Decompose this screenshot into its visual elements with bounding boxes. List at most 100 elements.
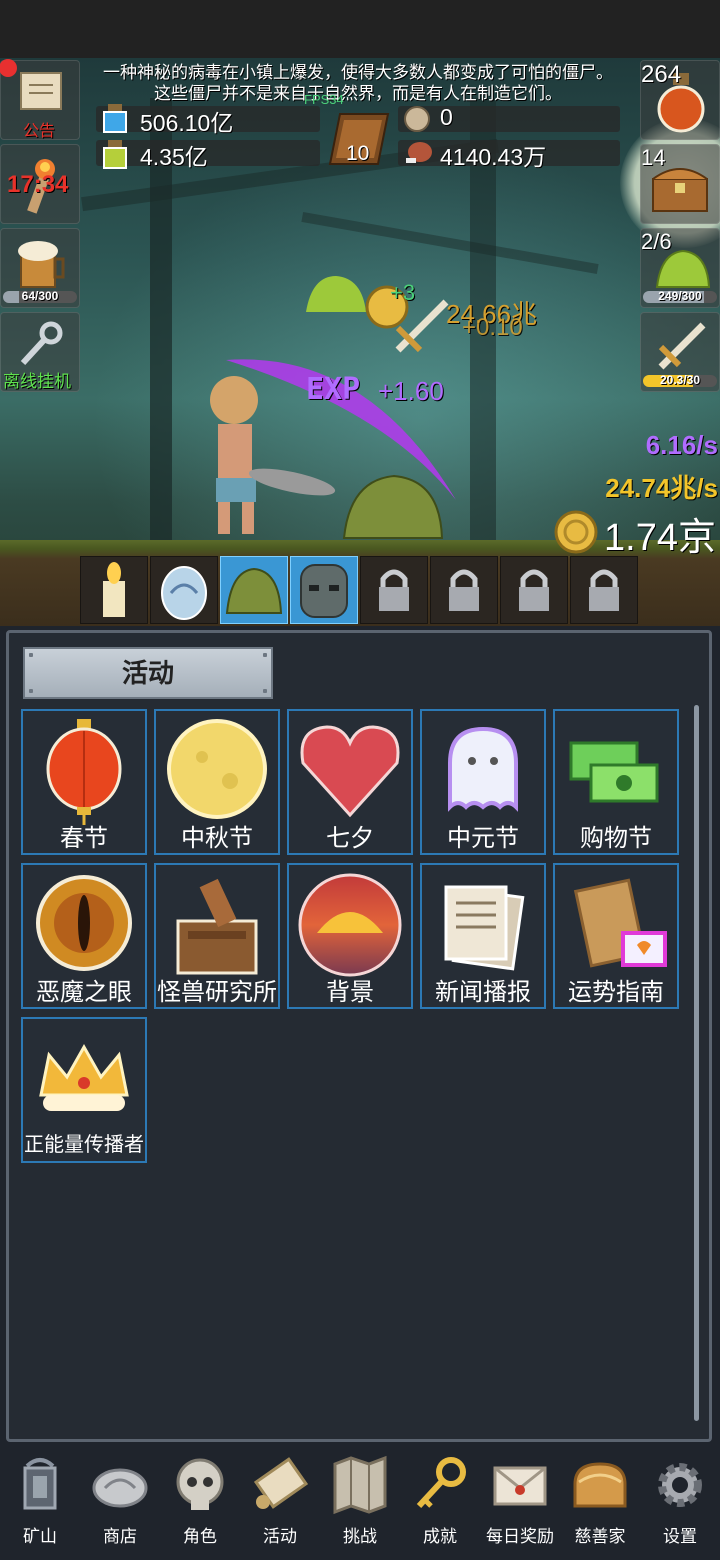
monster-slot-locked-4[interactable] bbox=[570, 556, 638, 624]
activity-panel: 活动 春节 中秋节 七夕 中元节 购物节 恶魔之眼 怪兽研究所 背景 新闻播报 … bbox=[6, 630, 712, 1442]
announcement-button[interactable]: 公告 bbox=[0, 59, 80, 140]
green-potion-icon bbox=[103, 140, 127, 169]
tile-positive-energy[interactable]: 正能量传播者 bbox=[21, 1017, 147, 1163]
tile-label: 怪兽研究所 bbox=[157, 979, 277, 1006]
torch-button[interactable]: 17:34 bbox=[0, 144, 80, 224]
slime-progress-bar: 249/300 bbox=[643, 291, 717, 303]
lock-icon bbox=[379, 569, 409, 611]
tree-branch bbox=[301, 212, 599, 274]
lantern-nav-icon bbox=[23, 1458, 57, 1510]
tile-shopping-festival[interactable]: 购物节 bbox=[553, 709, 679, 855]
heart-icon bbox=[300, 725, 400, 818]
chest-button[interactable]: 14 bbox=[640, 144, 720, 224]
monster-slot-zombie[interactable] bbox=[290, 556, 358, 624]
green-potion-value: 4.35亿 bbox=[140, 144, 208, 170]
zombie-head-icon bbox=[300, 564, 348, 618]
rivet bbox=[263, 689, 267, 693]
lock-icon bbox=[519, 569, 549, 611]
drop-bonus-text: +0.10 bbox=[462, 314, 523, 341]
nav-activity[interactable]: 活动 bbox=[240, 1448, 320, 1552]
monster-slot-egg[interactable] bbox=[150, 556, 218, 624]
offline-label: 离线挂机 bbox=[3, 372, 71, 391]
tile-label: 正能量传播者 bbox=[24, 1134, 144, 1156]
panel-scrollbar[interactable] bbox=[694, 705, 699, 1421]
nav-label: 每日奖励 bbox=[486, 1527, 554, 1546]
scroll-notice-icon bbox=[20, 72, 62, 110]
tile-fortune-guide[interactable]: 运势指南 bbox=[553, 863, 679, 1009]
monster-slot-locked-3[interactable] bbox=[500, 556, 568, 624]
fortune-map-icon bbox=[573, 878, 667, 968]
nav-philanthropist[interactable]: 慈善家 bbox=[560, 1448, 640, 1552]
monster-slot-slime[interactable] bbox=[220, 556, 288, 624]
beer-mug-icon bbox=[18, 241, 65, 288]
key-wrench-icon bbox=[20, 321, 63, 366]
sword-button[interactable]: 20.3/30 bbox=[640, 312, 720, 392]
slime-button[interactable]: 2/6 249/300 bbox=[640, 228, 720, 308]
tile-label: 新闻播报 bbox=[435, 979, 531, 1006]
nav-label: 活动 bbox=[263, 1527, 297, 1546]
lock-icon bbox=[589, 569, 619, 611]
chest-count: 14 bbox=[641, 145, 666, 170]
tile-monster-lab[interactable]: 怪兽研究所 bbox=[154, 863, 280, 1009]
exp-label: EXP bbox=[306, 372, 361, 407]
tile-label: 购物节 bbox=[580, 825, 652, 852]
sword-icon bbox=[658, 322, 706, 370]
letter-icon bbox=[493, 1466, 547, 1506]
nav-daily-reward[interactable]: 每日奖励 bbox=[480, 1448, 560, 1552]
torch-timer: 17:34 bbox=[7, 171, 69, 198]
lantern-icon bbox=[46, 719, 122, 825]
offline-button[interactable]: 离线挂机 bbox=[0, 312, 80, 392]
beer-button[interactable]: 64/300 bbox=[0, 228, 80, 308]
nav-shop[interactable]: 商店 bbox=[80, 1448, 160, 1552]
skull-icon bbox=[176, 1458, 224, 1510]
panel-title-text: 活动 bbox=[121, 658, 174, 688]
nav-achievement[interactable]: 成就 bbox=[400, 1448, 480, 1552]
nav-label: 慈善家 bbox=[574, 1527, 626, 1546]
candle-icon bbox=[103, 562, 125, 617]
scroll-icon bbox=[253, 1457, 309, 1509]
nav-label: 角色 bbox=[183, 1527, 217, 1546]
monster-slot-candle[interactable] bbox=[80, 556, 148, 624]
nav-label: 商店 bbox=[103, 1527, 137, 1546]
nav-settings[interactable]: 设置 bbox=[640, 1448, 720, 1552]
story-notice: 一种神秘的病毒在小镇上爆发，使得大多数人都变成了可怕的僵尸。 这些僵尸并不是来自… bbox=[78, 62, 638, 104]
book-count: 10 bbox=[346, 142, 370, 165]
nav-challenge[interactable]: 挑战 bbox=[320, 1448, 400, 1552]
tile-background[interactable]: 背景 bbox=[287, 863, 413, 1009]
nav-character[interactable]: 角色 bbox=[160, 1448, 240, 1552]
tile-qixi[interactable]: 七夕 bbox=[287, 709, 413, 855]
nav-mine[interactable]: 矿山 bbox=[0, 1448, 80, 1552]
nav-label: 矿山 bbox=[23, 1527, 57, 1546]
key-icon bbox=[416, 1457, 466, 1509]
potion-button[interactable]: 264 bbox=[640, 60, 720, 140]
beer-progress-bar: 64/300 bbox=[3, 291, 77, 303]
slime-counter: 2/6 bbox=[641, 229, 672, 254]
rivet bbox=[263, 653, 267, 657]
notice-line-1: 一种神秘的病毒在小镇上爆发，使得大多数人都变成了可怕的僵尸。 bbox=[103, 63, 613, 82]
potion-count: 264 bbox=[641, 61, 682, 88]
silver-coin-value: 0 bbox=[440, 104, 453, 130]
tile-spring-festival[interactable]: 春节 bbox=[21, 709, 147, 855]
tile-label: 运势指南 bbox=[568, 979, 664, 1006]
sword-progress-bar: 20.3/30 bbox=[643, 375, 717, 387]
tile-label: 春节 bbox=[60, 825, 108, 852]
game-scene[interactable]: 一种神秘的病毒在小镇上爆发，使得大多数人都变成了可怕的僵尸。 这些僵尸并不是来自… bbox=[0, 58, 720, 626]
tile-news[interactable]: 新闻播报 bbox=[420, 863, 546, 1009]
announcement-label: 公告 bbox=[23, 123, 56, 140]
cash-icon bbox=[569, 741, 659, 803]
fps-counter: FPS34 bbox=[304, 92, 344, 107]
silver-coin-icon bbox=[404, 106, 430, 132]
gold-total: 1.74京 bbox=[604, 517, 716, 559]
moon-icon bbox=[167, 719, 267, 819]
bottom-navigation: 矿山 商店 角色 活动 挑战 成就 每日奖励 慈善家 设置 bbox=[0, 1444, 720, 1560]
monster-slot-locked-2[interactable] bbox=[430, 556, 498, 624]
tile-ghost-festival[interactable]: 中元节 bbox=[420, 709, 546, 855]
meat-value: 4140.43万 bbox=[440, 144, 547, 170]
slime-progress-text: 249/300 bbox=[658, 291, 702, 303]
monster-slot-locked-1[interactable] bbox=[360, 556, 428, 624]
tile-mid-autumn[interactable]: 中秋节 bbox=[154, 709, 280, 855]
tile-demon-eye[interactable]: 恶魔之眼 bbox=[21, 863, 147, 1009]
ghost-icon bbox=[448, 726, 518, 812]
tile-label: 背景 bbox=[326, 979, 374, 1006]
tile-label: 恶魔之眼 bbox=[36, 979, 132, 1006]
